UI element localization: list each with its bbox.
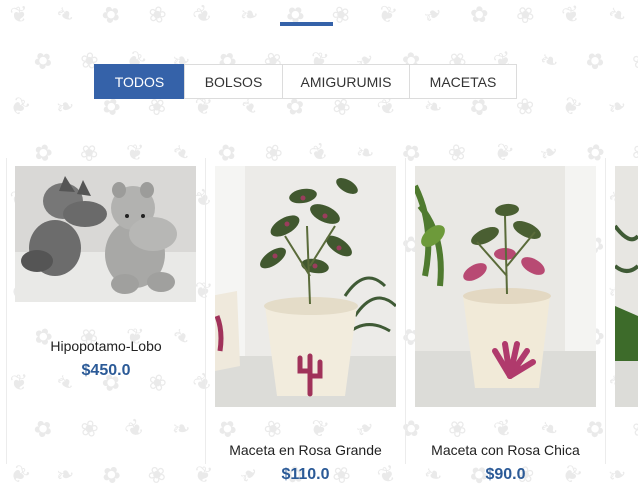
leaf-pattern-icon: ❦ [4,459,35,488]
leaf-pattern-icon: ❀ [510,0,541,31]
leaf-pattern-icon: ❧ [53,460,77,488]
product-name[interactable]: Hipopotamo-Lobo [7,338,205,354]
product-card[interactable]: Maceta con Rosa Chica $90.0 [406,158,605,483]
leaf-pattern-icon: ❧ [536,45,562,76]
leaf-pattern-icon: ❀ [631,47,638,74]
leaf-pattern-icon: ❀ [514,93,536,120]
leaf-pattern-icon: ✿ [580,45,610,77]
leaf-pattern-icon: ❦ [559,0,584,29]
filter-tab-todos[interactable]: TODOS [94,64,185,99]
product-name[interactable]: Maceta en Rosa Grande [206,442,405,458]
leaf-pattern-icon: ❧ [239,1,260,28]
filter-tab-amigurumis[interactable]: AMIGURUMIS [282,64,410,99]
leaf-pattern-icon: ✿ [28,45,58,77]
product-image-hippo-wolf[interactable] [15,166,196,302]
leaf-pattern-icon: ❦ [4,91,35,123]
product-card[interactable]: Hipopotamo-Lobo $450.0 [7,158,205,462]
product-price: $90.0 [485,466,526,483]
product-name[interactable]: Maceta con Rosa Chica [406,442,605,458]
leaf-pattern-icon: ❧ [418,0,448,31]
leaf-pattern-icon: ❀ [143,459,171,488]
leaf-pattern-icon: ❦ [187,0,218,31]
category-filter-tabs: TODOS BOLSOS AMIGURUMIS MACETAS [94,64,517,99]
product-image-large-pot[interactable] [215,166,396,407]
leaf-pattern-icon: ❀ [145,0,170,29]
product-card-partial[interactable] [606,158,638,462]
filter-tab-bolsos[interactable]: BOLSOS [184,64,283,99]
leaf-pattern-icon: ❦ [557,91,586,123]
product-image-partial[interactable] [615,166,638,407]
product-image-small-pot[interactable] [415,166,596,407]
leaf-pattern-icon: ❦ [374,0,401,30]
leaf-pattern-icon: ✿ [97,459,126,488]
product-card[interactable]: Maceta en Rosa Grande $110.0 [206,158,405,483]
leaf-pattern-icon: ❧ [52,92,78,121]
product-price: $450.0 [81,362,131,379]
leaf-pattern-icon: ❧ [604,0,631,30]
leaf-pattern-icon: ❧ [604,459,630,488]
leaf-pattern-icon: ✿ [469,1,489,28]
leaf-pattern-icon: ❧ [51,0,80,30]
leaf-pattern-icon: ❦ [8,0,31,29]
leaf-pattern-icon: ✿ [97,0,125,30]
product-price: $110.0 [281,466,330,483]
filter-tab-macetas[interactable]: MACETAS [409,64,517,99]
section-accent-bar [280,22,333,26]
leaf-pattern-icon: ❧ [603,91,631,122]
